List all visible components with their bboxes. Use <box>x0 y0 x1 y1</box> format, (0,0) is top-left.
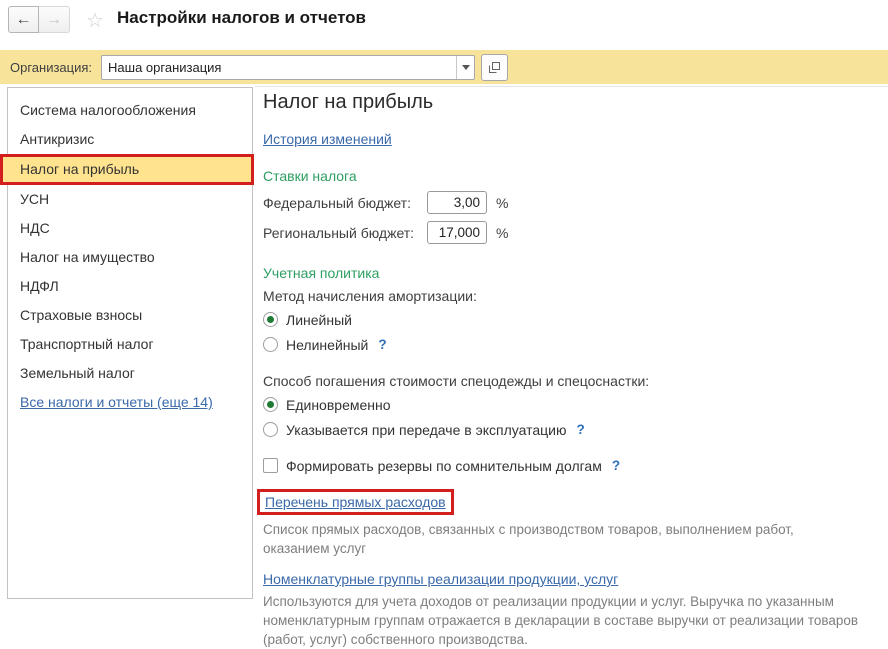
organization-combobox <box>101 55 475 80</box>
tax-rates-header: Ставки налога <box>263 168 882 184</box>
regional-budget-label: Региональный бюджет: <box>263 225 427 241</box>
radio-at-once[interactable]: Единовременно <box>263 395 882 414</box>
nav-button-group: ← → <box>8 6 70 33</box>
organization-label: Организация: <box>10 60 92 75</box>
sidebar-item-land-tax[interactable]: Земельный налог <box>8 359 252 388</box>
radio-nonlinear[interactable]: Нелинейный ? <box>263 335 882 354</box>
radio-on-transfer[interactable]: Указывается при передаче в эксплуатацию … <box>263 420 882 439</box>
radio-linear[interactable]: Линейный <box>263 310 882 329</box>
forward-button[interactable]: → <box>39 6 70 33</box>
regional-budget-field[interactable] <box>427 221 487 244</box>
profit-tax-panel: Налог на прибыль История изменений Ставк… <box>263 87 882 599</box>
radio-on-icon <box>263 397 278 412</box>
history-link[interactable]: История изменений <box>263 131 392 147</box>
page-title: Настройки налогов и отчетов <box>117 8 366 28</box>
workwear-method-label: Способ погашения стоимости спецодежды и … <box>263 373 882 389</box>
federal-budget-label: Федеральный бюджет: <box>263 195 427 211</box>
regional-budget-row: Региональный бюджет: % <box>263 221 882 244</box>
dropdown-arrow-icon[interactable] <box>456 56 474 79</box>
back-button[interactable]: ← <box>8 6 39 33</box>
sidebar-item-insurance[interactable]: Страховые взносы <box>8 301 252 330</box>
sidebar-item-transport-tax[interactable]: Транспортный налог <box>8 330 252 359</box>
sidebar-item-ndfl[interactable]: НДФЛ <box>8 272 252 301</box>
organization-bar: Организация: <box>0 50 888 84</box>
section-title: Налог на прибыль <box>263 91 882 114</box>
sidebar-all-taxes-link[interactable]: Все налоги и отчеты (еще 14) <box>20 394 213 410</box>
sidebar-item-usn[interactable]: УСН <box>8 185 252 214</box>
annotation-highlight-box: Перечень прямых расходов <box>257 489 454 515</box>
open-organization-button[interactable] <box>481 54 508 81</box>
sidebar-item-vat[interactable]: НДС <box>8 214 252 243</box>
open-picker-icon <box>488 61 501 74</box>
favorite-star-icon[interactable]: ☆ <box>86 8 104 33</box>
checkbox-doubtful-debts-reserves[interactable]: Формировать резервы по сомнительным долг… <box>263 456 882 475</box>
percent-sign: % <box>496 195 508 211</box>
accounting-policy-header: Учетная политика <box>263 265 882 281</box>
tax-settings-window: ← → ☆ Настройки налогов и отчетов Органи… <box>0 0 888 599</box>
forward-icon: → <box>46 11 62 29</box>
checkbox-unchecked-icon <box>263 458 278 473</box>
direct-expenses-link[interactable]: Перечень прямых расходов <box>265 494 446 510</box>
help-icon[interactable]: ? <box>612 458 620 473</box>
radio-off-icon <box>263 422 278 437</box>
radio-label: Линейный <box>286 312 352 328</box>
nomenclature-groups-description: Используются для учета доходов от реализ… <box>263 592 863 649</box>
depreciation-method-label: Метод начисления амортизации: <box>263 288 882 304</box>
toolbar: ← → ☆ Настройки налогов и отчетов <box>0 0 888 44</box>
sidebar-item-profit-tax[interactable]: Налог на прибыль <box>0 154 254 185</box>
radio-on-icon <box>263 312 278 327</box>
radio-label: Указывается при передаче в эксплуатацию <box>286 422 566 438</box>
radio-label: Нелинейный <box>286 337 368 353</box>
back-icon: ← <box>16 11 32 29</box>
radio-off-icon <box>263 337 278 352</box>
federal-budget-field[interactable] <box>427 191 487 214</box>
federal-budget-row: Федеральный бюджет: % <box>263 191 882 214</box>
radio-label: Единовременно <box>286 397 391 413</box>
percent-sign: % <box>496 225 508 241</box>
direct-expenses-description: Список прямых расходов, связанных с прои… <box>263 520 863 558</box>
settings-sidebar: Система налогообложения Антикризис Налог… <box>7 87 253 599</box>
sidebar-item-property-tax[interactable]: Налог на имущество <box>8 243 252 272</box>
nomenclature-groups-link[interactable]: Номенклатурные группы реализации продукц… <box>263 571 618 587</box>
help-icon[interactable]: ? <box>378 337 386 352</box>
organization-input[interactable] <box>102 56 456 79</box>
checkbox-label: Формировать резервы по сомнительным долг… <box>286 458 602 474</box>
help-icon[interactable]: ? <box>576 422 584 437</box>
sidebar-item-anticrisis[interactable]: Антикризис <box>8 125 252 154</box>
sidebar-item-tax-system[interactable]: Система налогообложения <box>8 96 252 125</box>
